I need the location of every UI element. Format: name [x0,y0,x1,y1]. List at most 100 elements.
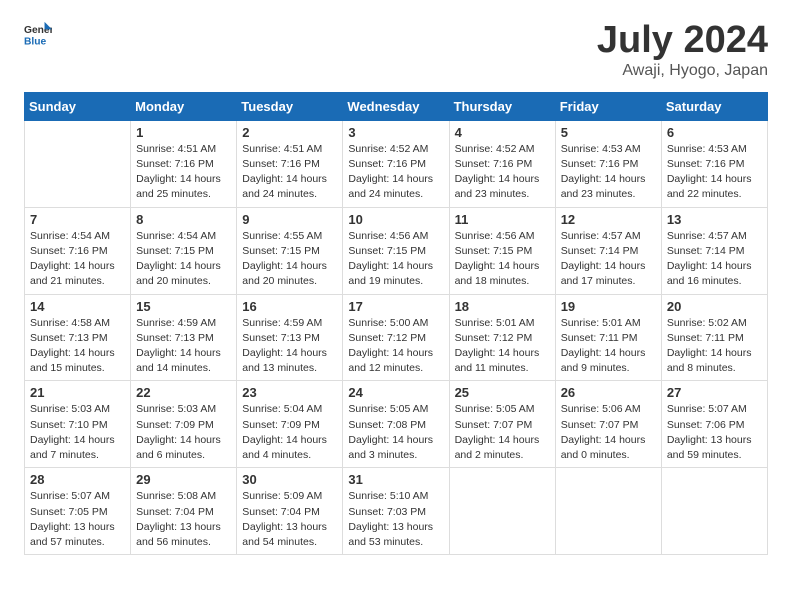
day-info: Sunrise: 5:05 AM Sunset: 7:07 PM Dayligh… [455,402,550,463]
day-info: Sunrise: 4:57 AM Sunset: 7:14 PM Dayligh… [561,229,656,290]
day-number: 9 [242,212,337,227]
day-number: 12 [561,212,656,227]
day-info: Sunrise: 5:09 AM Sunset: 7:04 PM Dayligh… [242,489,337,550]
calendar-cell: 17 Sunrise: 5:00 AM Sunset: 7:12 PM Dayli… [343,294,449,381]
calendar-cell: 11 Sunrise: 4:56 AM Sunset: 7:15 PM Dayli… [449,207,555,294]
day-number: 24 [348,385,443,400]
day-info: Sunrise: 4:52 AM Sunset: 7:16 PM Dayligh… [348,142,443,203]
day-info: Sunrise: 5:00 AM Sunset: 7:12 PM Dayligh… [348,316,443,377]
day-number: 31 [348,472,443,487]
calendar-cell: 12 Sunrise: 4:57 AM Sunset: 7:14 PM Dayli… [555,207,661,294]
day-info: Sunrise: 5:07 AM Sunset: 7:06 PM Dayligh… [667,402,762,463]
day-info: Sunrise: 4:54 AM Sunset: 7:16 PM Dayligh… [30,229,125,290]
calendar-cell: 20Sunrise: 5:02 AM Sunset: 7:11 PM Dayli… [661,294,767,381]
day-info: Sunrise: 5:08 AM Sunset: 7:04 PM Dayligh… [136,489,231,550]
day-info: Sunrise: 4:52 AM Sunset: 7:16 PM Dayligh… [455,142,550,203]
day-info: Sunrise: 4:53 AM Sunset: 7:16 PM Dayligh… [667,142,762,203]
day-info: Sunrise: 4:56 AM Sunset: 7:15 PM Dayligh… [455,229,550,290]
calendar-cell: 21Sunrise: 5:03 AM Sunset: 7:10 PM Dayli… [25,381,131,468]
calendar-cell: 24 Sunrise: 5:05 AM Sunset: 7:08 PM Dayli… [343,381,449,468]
calendar-cell: 7 Sunrise: 4:54 AM Sunset: 7:16 PM Daylig… [25,207,131,294]
title-area: July 2024 Awaji, Hyogo, Japan [597,20,768,80]
calendar-cell: 30Sunrise: 5:09 AM Sunset: 7:04 PM Dayli… [237,468,343,555]
day-info: Sunrise: 4:59 AM Sunset: 7:13 PM Dayligh… [242,316,337,377]
day-number: 17 [348,299,443,314]
day-number: 13 [667,212,762,227]
day-info: Sunrise: 4:58 AM Sunset: 7:13 PM Dayligh… [30,316,125,377]
calendar-cell: 13Sunrise: 4:57 AM Sunset: 7:14 PM Dayli… [661,207,767,294]
calendar-cell: 3 Sunrise: 4:52 AM Sunset: 7:16 PM Daylig… [343,120,449,207]
day-number: 29 [136,472,231,487]
day-info: Sunrise: 5:10 AM Sunset: 7:03 PM Dayligh… [348,489,443,550]
day-number: 28 [30,472,125,487]
location-title: Awaji, Hyogo, Japan [597,62,768,80]
calendar-cell: 6 Sunrise: 4:53 AM Sunset: 7:16 PM Daylig… [661,120,767,207]
calendar-day-header-friday: Friday [555,92,661,120]
day-number: 26 [561,385,656,400]
day-number: 14 [30,299,125,314]
header: General Blue July 2024 Awaji, Hyogo, Jap… [24,20,768,80]
day-number: 7 [30,212,125,227]
day-number: 3 [348,125,443,140]
day-info: Sunrise: 4:54 AM Sunset: 7:15 PM Dayligh… [136,229,231,290]
day-info: Sunrise: 4:56 AM Sunset: 7:15 PM Dayligh… [348,229,443,290]
day-number: 6 [667,125,762,140]
day-number: 15 [136,299,231,314]
day-number: 23 [242,385,337,400]
day-number: 1 [136,125,231,140]
logo: General Blue [24,20,52,48]
day-info: Sunrise: 5:03 AM Sunset: 7:10 PM Dayligh… [30,402,125,463]
day-number: 2 [242,125,337,140]
calendar-day-header-tuesday: Tuesday [237,92,343,120]
calendar-cell: 23Sunrise: 5:04 AM Sunset: 7:09 PM Dayli… [237,381,343,468]
calendar-header-row: SundayMondayTuesdayWednesdayThursdayFrid… [25,92,768,120]
calendar-cell: 28 Sunrise: 5:07 AM Sunset: 7:05 PM Dayli… [25,468,131,555]
calendar-cell: 19Sunrise: 5:01 AM Sunset: 7:11 PM Dayli… [555,294,661,381]
day-info: Sunrise: 4:51 AM Sunset: 7:16 PM Dayligh… [136,142,231,203]
calendar-cell: 25Sunrise: 5:05 AM Sunset: 7:07 PM Dayli… [449,381,555,468]
day-number: 5 [561,125,656,140]
calendar-cell: 18 Sunrise: 5:01 AM Sunset: 7:12 PM Dayli… [449,294,555,381]
calendar-cell [449,468,555,555]
calendar-cell [555,468,661,555]
day-info: Sunrise: 5:07 AM Sunset: 7:05 PM Dayligh… [30,489,125,550]
calendar-cell: 27 Sunrise: 5:07 AM Sunset: 7:06 PM Dayli… [661,381,767,468]
calendar-cell: 2 Sunrise: 4:51 AM Sunset: 7:16 PM Daylig… [237,120,343,207]
day-info: Sunrise: 5:01 AM Sunset: 7:11 PM Dayligh… [561,316,656,377]
calendar-cell: 5 Sunrise: 4:53 AM Sunset: 7:16 PM Daylig… [555,120,661,207]
calendar-cell: 15 Sunrise: 4:59 AM Sunset: 7:13 PM Dayli… [131,294,237,381]
month-title: July 2024 [597,20,768,62]
calendar-week-row: 21Sunrise: 5:03 AM Sunset: 7:10 PM Dayli… [25,381,768,468]
calendar-cell: 22 Sunrise: 5:03 AM Sunset: 7:09 PM Dayli… [131,381,237,468]
day-number: 27 [667,385,762,400]
calendar-cell: 9 Sunrise: 4:55 AM Sunset: 7:15 PM Daylig… [237,207,343,294]
calendar-cell: 4 Sunrise: 4:52 AM Sunset: 7:16 PM Daylig… [449,120,555,207]
day-info: Sunrise: 4:51 AM Sunset: 7:16 PM Dayligh… [242,142,337,203]
calendar-day-header-saturday: Saturday [661,92,767,120]
calendar-cell: 29 Sunrise: 5:08 AM Sunset: 7:04 PM Dayli… [131,468,237,555]
day-info: Sunrise: 5:01 AM Sunset: 7:12 PM Dayligh… [455,316,550,377]
day-info: Sunrise: 5:06 AM Sunset: 7:07 PM Dayligh… [561,402,656,463]
day-number: 4 [455,125,550,140]
day-number: 11 [455,212,550,227]
calendar-week-row: 1 Sunrise: 4:51 AM Sunset: 7:16 PM Daylig… [25,120,768,207]
calendar-week-row: 28 Sunrise: 5:07 AM Sunset: 7:05 PM Dayli… [25,468,768,555]
day-info: Sunrise: 4:59 AM Sunset: 7:13 PM Dayligh… [136,316,231,377]
day-number: 18 [455,299,550,314]
day-info: Sunrise: 5:03 AM Sunset: 7:09 PM Dayligh… [136,402,231,463]
day-number: 10 [348,212,443,227]
day-info: Sunrise: 4:55 AM Sunset: 7:15 PM Dayligh… [242,229,337,290]
day-number: 8 [136,212,231,227]
calendar-cell: 16 Sunrise: 4:59 AM Sunset: 7:13 PM Dayli… [237,294,343,381]
calendar-cell: 1 Sunrise: 4:51 AM Sunset: 7:16 PM Daylig… [131,120,237,207]
day-info: Sunrise: 5:05 AM Sunset: 7:08 PM Dayligh… [348,402,443,463]
calendar-day-header-monday: Monday [131,92,237,120]
day-number: 22 [136,385,231,400]
day-info: Sunrise: 4:53 AM Sunset: 7:16 PM Dayligh… [561,142,656,203]
calendar-cell: 31 Sunrise: 5:10 AM Sunset: 7:03 PM Dayli… [343,468,449,555]
calendar-cell: 8 Sunrise: 4:54 AM Sunset: 7:15 PM Daylig… [131,207,237,294]
day-number: 16 [242,299,337,314]
calendar-week-row: 14 Sunrise: 4:58 AM Sunset: 7:13 PM Dayli… [25,294,768,381]
calendar-day-header-wednesday: Wednesday [343,92,449,120]
calendar-cell: 26 Sunrise: 5:06 AM Sunset: 7:07 PM Dayli… [555,381,661,468]
